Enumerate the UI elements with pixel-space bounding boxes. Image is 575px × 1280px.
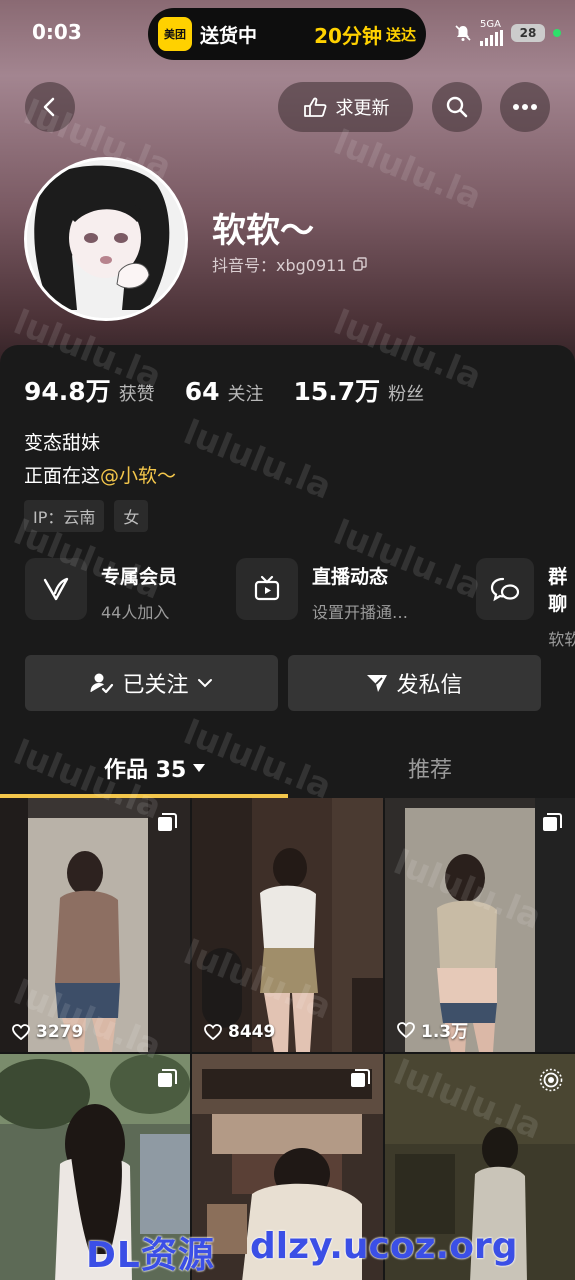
video-likes: 3279 [12,1022,83,1042]
mirror-selfie-thumbnail [0,798,190,1052]
delivery-status: 送货中 [200,24,258,47]
video-likes: 1.3万 [397,1017,468,1042]
profile-stats: 94.8万 获赞 64 关注 15.7万 粉丝 [24,372,454,408]
ip-location-tag: IP：云南 [24,500,105,532]
delivery-arrive-label: 送达 [385,25,416,44]
chat-bubbles-icon [476,558,535,620]
chevron-left-icon [43,97,55,117]
tv-icon [236,558,298,620]
tab-recommend[interactable]: 推荐 [408,752,452,784]
video-thumbnail[interactable]: 1.3万 [385,798,575,1052]
avatar-illustration [27,160,185,318]
video-likes-count: 3279 [36,1022,84,1042]
status-time: 0:03 [32,20,82,44]
following-label[interactable]: 关注 [227,380,263,406]
feature-group-chat-title: 群聊 [548,566,568,615]
mirror-selfie-thumbnail [385,798,575,1052]
douyin-id: 抖音号：xbg0911 [212,256,347,275]
multi-image-icon [158,813,177,831]
mute-bell-icon [455,25,471,41]
feature-live-updates-title: 直播动态 [312,566,389,588]
network-type: 5GA [480,19,501,30]
battery-icon: 28 [511,24,545,42]
dynamic-island-delivery[interactable]: 美团 送货中 20分钟 送达 [148,8,426,60]
live-photo-icon [539,1068,563,1092]
hallway-thumbnail [192,798,383,1052]
feature-membership-title: 专属会员 [101,566,178,588]
bio-mention-link[interactable]: @小软～ [100,465,176,487]
video-likes-count: 1.3万 [421,1022,469,1042]
multi-image-icon [543,813,562,831]
back-button[interactable] [25,82,75,132]
paper-plane-icon [367,675,388,692]
followers-label[interactable]: 粉丝 [388,380,424,406]
feature-live-updates[interactable]: 直播动态 设置开播通… [236,558,408,623]
request-update-button[interactable]: 求更新 [278,82,413,132]
nickname: 软软～ [212,211,314,251]
bio-text: 正面在这 [24,465,101,487]
more-button[interactable] [500,82,550,132]
send-message-button[interactable]: 发私信 [288,655,541,711]
tab-works[interactable]: 作品 35 [104,752,206,784]
likes-label: 获赞 [118,384,155,405]
followers-count[interactable]: 15.7万 [293,372,380,408]
request-update-label: 求更新 [335,98,390,119]
followed-button[interactable]: 已关注 [25,655,278,711]
heart-icon [204,1024,222,1040]
feature-live-updates-subtitle: 设置开播通… [312,603,409,622]
multi-image-icon [158,1069,177,1087]
likes-count: 94.8万 [24,377,111,406]
heart-icon [12,1024,30,1040]
feature-membership-subtitle: 44人加入 [101,603,170,622]
send-message-label: 发私信 [396,673,463,698]
status-bar: 0:03 美团 送货中 20分钟 送达 5GA 28 [0,0,575,66]
avatar[interactable] [24,157,188,321]
video-thumbnail[interactable]: 8449 [192,798,383,1052]
search-button[interactable] [432,82,482,132]
copy-icon[interactable] [352,257,367,271]
feature-membership[interactable]: 专属会员 44人加入 [25,558,177,623]
video-thumbnail[interactable]: 3279 [0,798,190,1052]
video-likes: 8449 [204,1022,275,1042]
douyin-id-row[interactable]: 抖音号：xbg0911 [212,252,367,276]
content-tabs: 作品 35 推荐 [0,742,575,798]
multi-image-icon [351,1069,370,1087]
status-icons: 5GA 28 [454,20,561,46]
meituan-logo: 美团 [158,17,192,51]
following-count[interactable]: 64 [185,377,220,406]
tab-works-label: 作品 35 [104,758,187,783]
search-icon [446,96,468,118]
user-check-icon [90,673,114,694]
heart-icon [397,1021,415,1038]
pointing-hand-icon [303,97,327,117]
caret-down-icon [193,764,206,772]
more-dots-icon [513,104,537,110]
bio-line-2: 正面在这@小软～ [24,461,176,488]
v-member-icon [25,558,87,620]
footer-watermark-right: dlzy.ucoz.org [250,1226,518,1267]
feature-group-chat-subtitle: 软软 [548,630,575,649]
feature-group-chat[interactable]: 群聊 软软 [476,558,575,650]
signal-icon [480,30,503,46]
followed-label: 已关注 [122,673,189,698]
gender-tag: 女 [114,500,149,532]
bio-line-1: 变态甜妹 [24,432,101,454]
video-likes-count: 8449 [228,1022,276,1042]
delivery-eta: 20分钟 [314,23,382,48]
privacy-indicator-dot [553,29,561,37]
profile-tags: IP：云南 女 [24,500,149,532]
chevron-down-icon [197,679,212,688]
footer-watermark-left: DL资源 [86,1235,215,1276]
video-grid: 3279 8449 1.3万 [0,798,575,1280]
